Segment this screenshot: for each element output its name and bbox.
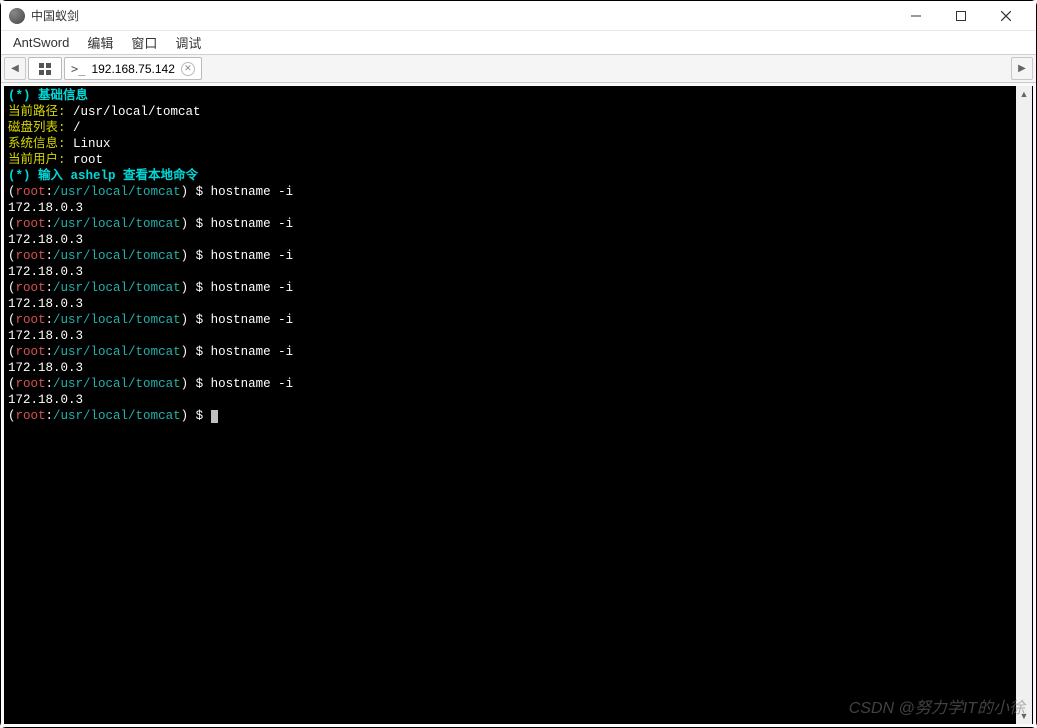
- menubar: AntSword 编辑 窗口 调试: [1, 31, 1036, 55]
- tabbar: ◀ >_ 192.168.75.142 ✕ ▶: [1, 55, 1036, 83]
- scroll-track[interactable]: [1016, 102, 1032, 708]
- terminal-icon: >_: [71, 62, 85, 76]
- tab-close-button[interactable]: ✕: [181, 62, 195, 76]
- minimize-button[interactable]: [893, 2, 938, 30]
- maximize-icon: [956, 11, 966, 21]
- tab-scroll-right[interactable]: ▶: [1011, 57, 1033, 80]
- close-icon: [1001, 11, 1011, 21]
- terminal-container: (*) 基础信息 当前路径: /usr/local/tomcat 磁盘列表: /…: [1, 83, 1036, 727]
- tab-scroll-left[interactable]: ◀: [4, 57, 26, 80]
- minimize-icon: [911, 11, 921, 21]
- tab-home[interactable]: [28, 57, 62, 80]
- scroll-down-button[interactable]: ▼: [1016, 708, 1032, 724]
- tab-terminal[interactable]: >_ 192.168.75.142 ✕: [64, 57, 202, 80]
- menu-edit[interactable]: 编辑: [79, 31, 121, 54]
- window-controls: [893, 2, 1028, 30]
- window-title: 中国蚁剑: [31, 7, 893, 24]
- app-window: 中国蚁剑 AntSword 编辑 窗口 调试 ◀ >_: [0, 0, 1037, 728]
- tab-label: 192.168.75.142: [91, 62, 174, 76]
- titlebar: 中国蚁剑: [1, 1, 1036, 31]
- tabbar-spacer: [203, 55, 1010, 82]
- terminal[interactable]: (*) 基础信息 当前路径: /usr/local/tomcat 磁盘列表: /…: [4, 86, 1033, 724]
- menu-antsword[interactable]: AntSword: [5, 33, 77, 52]
- grid-icon: [38, 62, 52, 76]
- vertical-scrollbar[interactable]: ▲ ▼: [1016, 86, 1032, 724]
- maximize-button[interactable]: [938, 2, 983, 30]
- close-button[interactable]: [983, 2, 1028, 30]
- menu-debug[interactable]: 调试: [167, 31, 209, 54]
- app-icon: [9, 8, 25, 24]
- menu-window[interactable]: 窗口: [123, 31, 165, 54]
- scroll-up-button[interactable]: ▲: [1016, 86, 1032, 102]
